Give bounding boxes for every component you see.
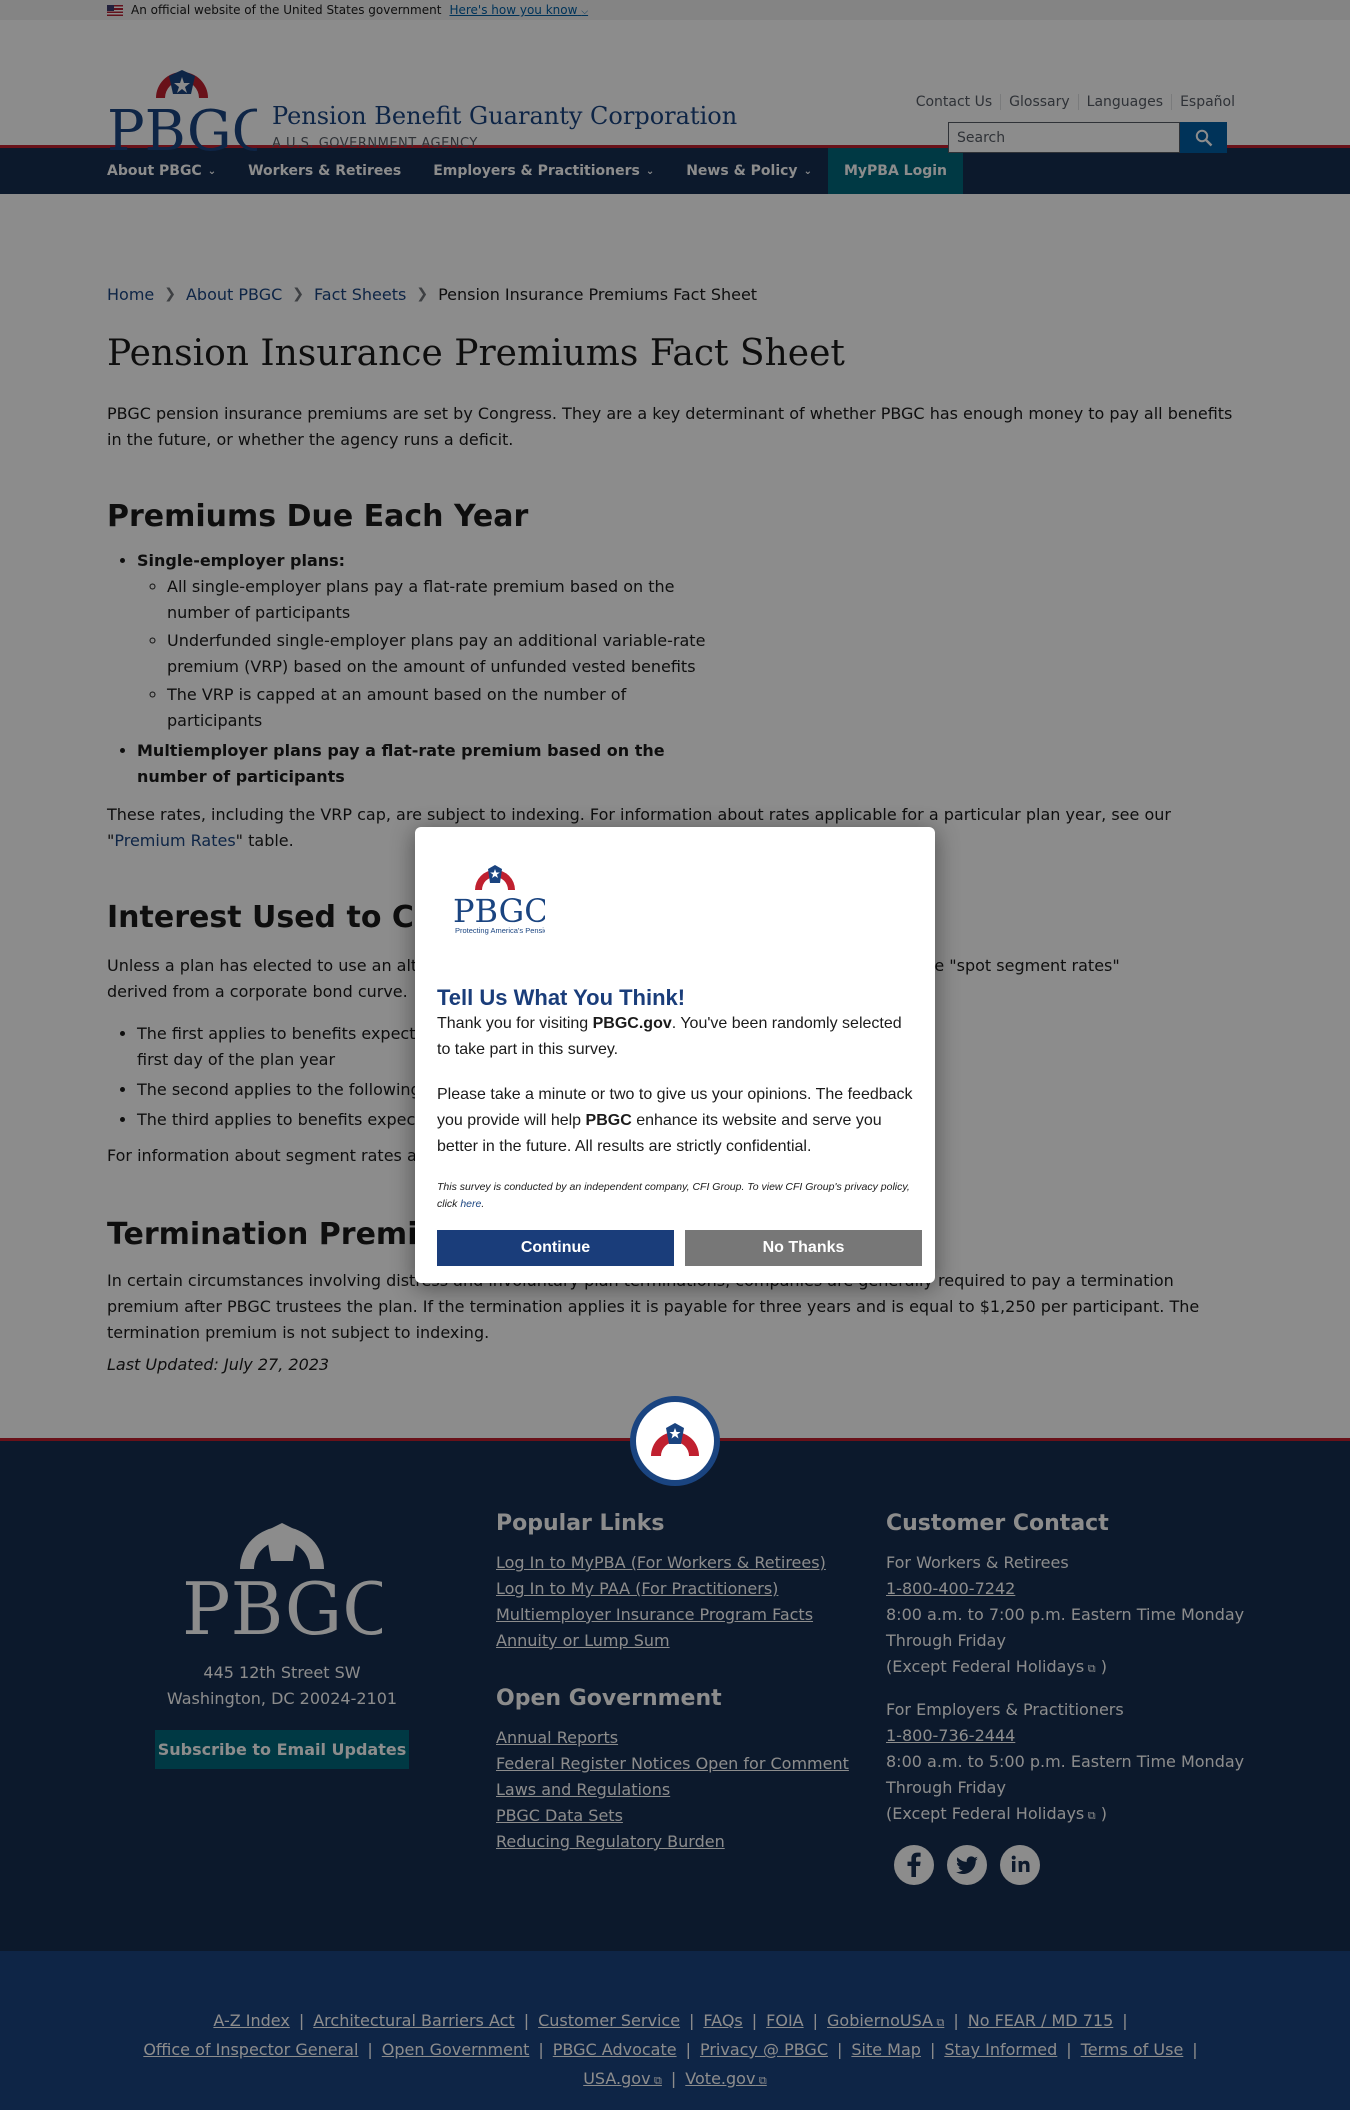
survey-modal: PBGC Protecting America's Pensions Tell … (415, 827, 935, 1283)
modal-pbgc-logo: PBGC Protecting America's Pensions (445, 857, 556, 937)
no-thanks-button[interactable]: No Thanks (685, 1230, 922, 1266)
privacy-policy-link[interactable]: here (460, 1198, 481, 1210)
modal-title: Tell Us What You Think! (437, 985, 686, 1010)
svg-text:Protecting America's Pensions: Protecting America's Pensions (455, 926, 545, 935)
footer-logo-badge (630, 1396, 720, 1486)
svg-text:PBGC: PBGC (453, 892, 545, 930)
pbgc-emblem-icon (651, 1423, 699, 1456)
modal-thanks-text: Thank you for visiting PBGC.gov. You've … (437, 1015, 902, 1058)
continue-button[interactable]: Continue (437, 1230, 674, 1266)
modal-disclaimer: This survey is conducted by an independe… (437, 1181, 910, 1210)
modal-feedback-text: Please take a minute or two to give us y… (437, 1086, 913, 1155)
